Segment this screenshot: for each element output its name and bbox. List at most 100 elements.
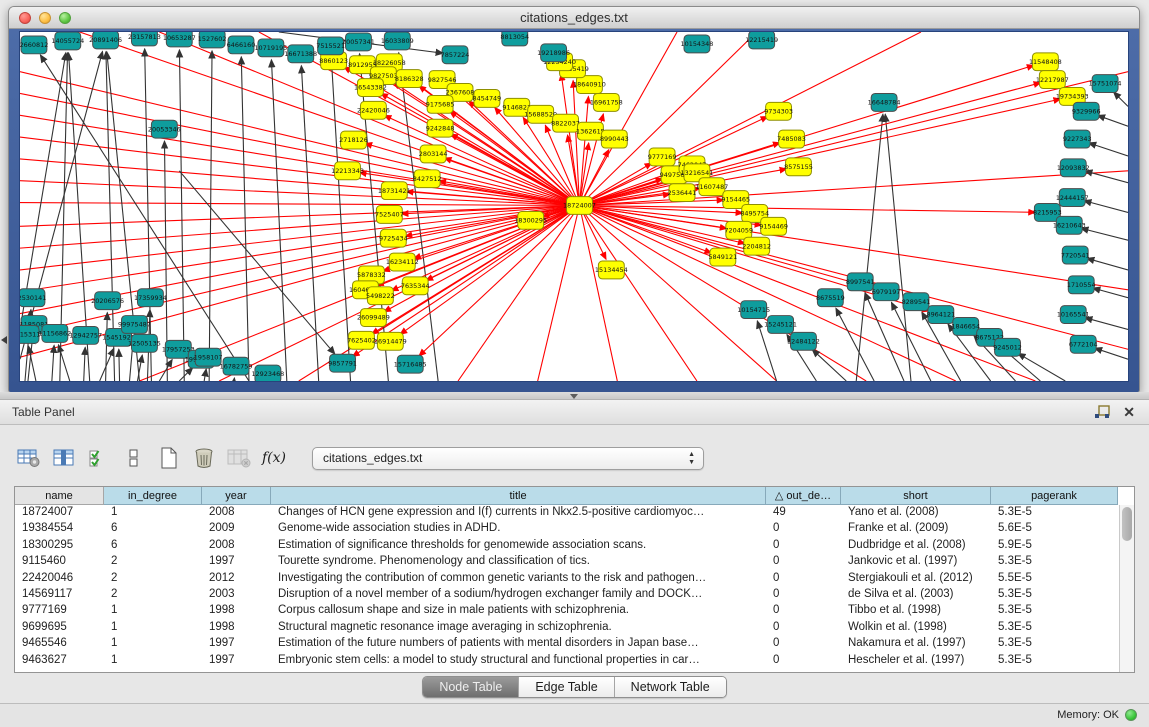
network-edge[interactable]: [579, 206, 1035, 381]
network-edge[interactable]: [179, 368, 192, 381]
network-node[interactable]: 2530141: [20, 289, 46, 307]
network-edge[interactable]: [204, 369, 206, 381]
network-edge[interactable]: [20, 203, 579, 206]
network-node[interactable]: 16210643: [1053, 216, 1086, 234]
tab-edge-table[interactable]: Edge Table: [519, 677, 614, 697]
network-node[interactable]: 18724007: [563, 197, 596, 215]
table-row[interactable]: 946554611997Estimation of the future num…: [15, 636, 1119, 652]
function-builder-button[interactable]: f(x): [261, 445, 287, 471]
network-edge[interactable]: [1085, 171, 1128, 183]
network-edge[interactable]: [20, 206, 579, 336]
network-node[interactable]: 8427512: [413, 170, 442, 188]
network-node[interactable]: 11156862: [38, 324, 71, 342]
network-node[interactable]: 10719195: [254, 39, 287, 57]
network-edge[interactable]: [52, 345, 54, 381]
network-edge[interactable]: [331, 58, 350, 381]
network-node[interactable]: 20057341: [342, 33, 375, 51]
network-node[interactable]: 9734303: [764, 102, 793, 120]
float-panel-icon[interactable]: [1094, 405, 1111, 420]
network-node[interactable]: 5498222: [366, 287, 395, 305]
column-header[interactable]: name: [15, 487, 104, 505]
table-row[interactable]: 1872400712008Changes of HCN gene express…: [15, 505, 1119, 521]
rows-button[interactable]: [121, 445, 147, 471]
new-table-button[interactable]: [156, 445, 182, 471]
network-node[interactable]: 9245012: [993, 338, 1022, 356]
network-edge[interactable]: [538, 206, 580, 381]
network-node[interactable]: 20891406: [89, 32, 122, 49]
network-node[interactable]: 26099489: [357, 309, 390, 327]
network-node[interactable]: 9329966: [1072, 102, 1101, 120]
network-edge[interactable]: [1087, 258, 1128, 270]
network-edge[interactable]: [561, 74, 579, 206]
network-edge[interactable]: [84, 347, 85, 381]
network-node[interactable]: 16033809: [381, 32, 414, 50]
network-node[interactable]: 16961758: [590, 93, 623, 111]
panel-collapse-arrow-icon[interactable]: [1, 336, 7, 344]
network-node[interactable]: 12484122: [787, 332, 820, 350]
column-header[interactable]: △ out_de…: [766, 487, 841, 505]
network-node[interactable]: 23157813: [128, 32, 161, 46]
network-node[interactable]: 18640910: [573, 76, 606, 94]
table-row[interactable]: 977716911998Corpus callosum shape and si…: [15, 603, 1119, 619]
network-node[interactable]: 16648784: [868, 93, 901, 111]
network-graph[interactable]: 8860123891295518226058982750316543382818…: [20, 32, 1128, 381]
network-node[interactable]: 16914479: [374, 332, 407, 350]
table-row[interactable]: 1938455462009Genome-wide association stu…: [15, 521, 1119, 537]
table-settings-button[interactable]: [16, 445, 42, 471]
network-node[interactable]: 8186328: [395, 70, 424, 88]
table-row[interactable]: 946362711997Embryonic stem cells: a mode…: [15, 653, 1119, 669]
network-edge[interactable]: [426, 206, 580, 281]
network-edge[interactable]: [1114, 92, 1128, 106]
network-node[interactable]: 15751074: [1089, 75, 1122, 93]
network-node[interactable]: 10154348: [681, 35, 714, 53]
network-node[interactable]: 7857224: [441, 46, 470, 64]
network-node[interactable]: 12444157: [1056, 189, 1089, 207]
network-edge[interactable]: [209, 51, 212, 381]
table-row[interactable]: 969969511998Structural magnetic resonanc…: [15, 620, 1119, 636]
network-node[interactable]: 12217987: [1036, 71, 1069, 89]
network-node[interactable]: 8454749: [473, 90, 502, 108]
network-node[interactable]: 8289541: [902, 293, 931, 311]
network-node[interactable]: 7204059: [724, 221, 753, 239]
network-edge[interactable]: [836, 308, 874, 381]
network-edge[interactable]: [1097, 115, 1128, 126]
network-node[interactable]: 9242848: [426, 119, 455, 137]
network-node[interactable]: 20053346: [148, 120, 181, 138]
network-node[interactable]: 15134454: [595, 261, 628, 279]
network-node[interactable]: 7625402: [347, 331, 376, 349]
network-node[interactable]: 6466160: [227, 36, 256, 54]
close-panel-icon[interactable]: ✕: [1123, 404, 1135, 420]
network-node[interactable]: 5849121: [708, 248, 737, 266]
column-header[interactable]: year: [202, 487, 271, 505]
tab-node-table[interactable]: Node Table: [423, 677, 519, 697]
table-row[interactable]: 1456911722003Disruption of a novel membe…: [15, 587, 1119, 603]
network-node[interactable]: 20206576: [91, 292, 124, 310]
network-node[interactable]: 19218986: [537, 44, 570, 62]
network-edge[interactable]: [579, 83, 1040, 206]
network-node[interactable]: 12942757: [69, 326, 102, 344]
network-node[interactable]: 2536441: [668, 184, 697, 202]
network-edge[interactable]: [1095, 348, 1128, 359]
tab-network-table[interactable]: Network Table: [615, 677, 726, 697]
column-header[interactable]: pagerank: [991, 487, 1118, 505]
network-node[interactable]: 6979197: [872, 283, 901, 301]
network-node[interactable]: 8990443: [600, 130, 629, 148]
network-node[interactable]: 2803144: [419, 145, 448, 163]
network-node[interactable]: 6772104: [1069, 335, 1098, 353]
vertical-scrollbar[interactable]: [1119, 505, 1134, 672]
network-node[interactable]: 8813054: [500, 32, 529, 46]
network-node[interactable]: 7635344: [401, 277, 430, 295]
network-node[interactable]: 12505135: [128, 334, 161, 352]
delete-button[interactable]: [191, 445, 217, 471]
network-node[interactable]: 18300295: [514, 211, 547, 229]
network-node[interactable]: 3915311: [20, 325, 40, 343]
column-header[interactable]: short: [841, 487, 991, 505]
network-node[interactable]: 7720541: [1061, 246, 1090, 264]
table-row[interactable]: 2242004622012Investigating the contribut…: [15, 571, 1119, 587]
network-edge[interactable]: [1089, 143, 1128, 156]
network-node[interactable]: 17359934: [134, 289, 167, 307]
network-node[interactable]: 16234112: [386, 253, 419, 271]
network-node[interactable]: 1710554: [1067, 276, 1096, 294]
network-node[interactable]: 15716485: [394, 355, 427, 373]
network-node[interactable]: 8675519: [816, 289, 845, 307]
